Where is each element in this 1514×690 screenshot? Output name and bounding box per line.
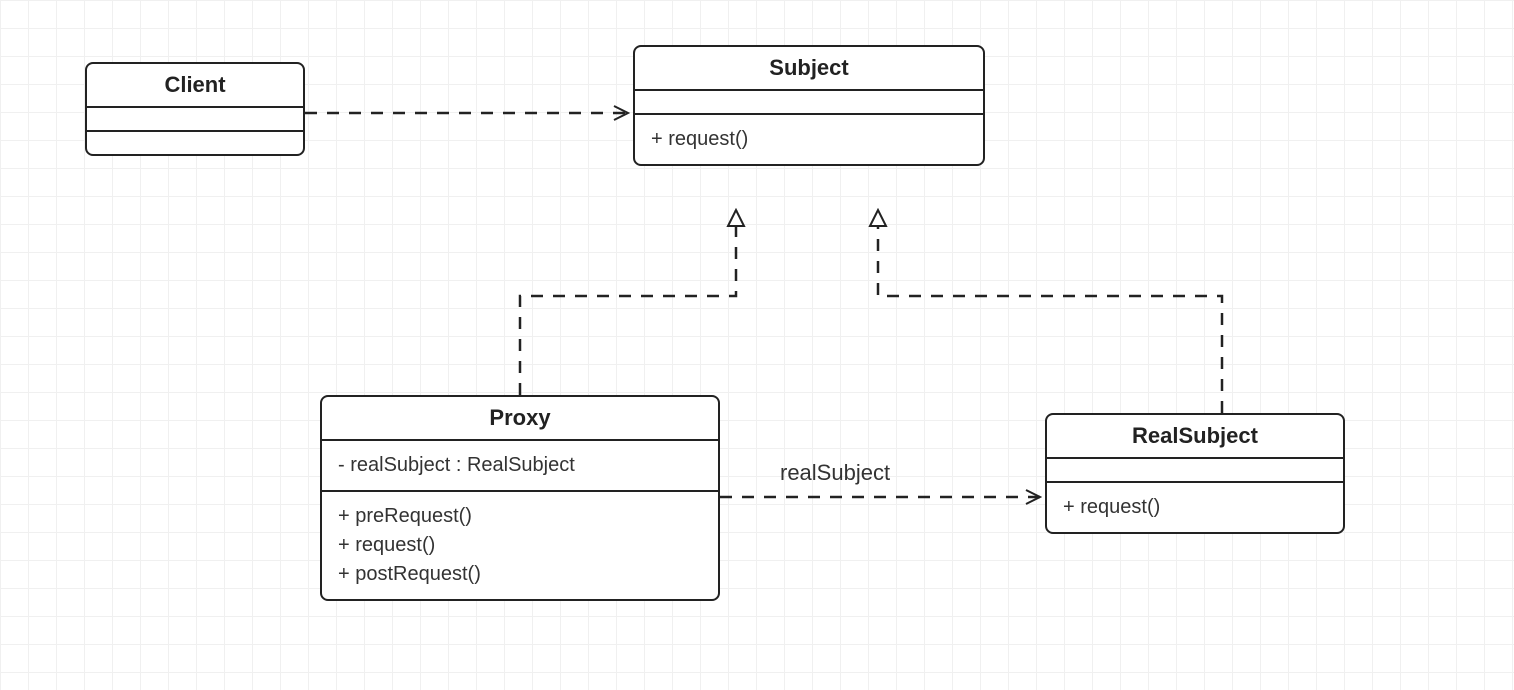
attribute-line: - realSubject : RealSubject — [338, 451, 702, 480]
edge-label-proxy-to-realsubject: realSubject — [780, 460, 890, 486]
method-line: + postRequest() — [338, 560, 702, 589]
diagram-canvas: realSubject Client Subject + request() P… — [0, 0, 1514, 690]
class-subject-methods: + request() — [635, 115, 983, 164]
method-line: + preRequest() — [338, 502, 702, 531]
edge-realsubject-to-subject — [878, 210, 1222, 413]
class-client: Client — [85, 62, 305, 156]
class-proxy-attributes: - realSubject : RealSubject — [322, 441, 718, 492]
method-line: + request() — [651, 125, 967, 154]
class-proxy-methods: + preRequest() + request() + postRequest… — [322, 492, 718, 599]
class-realsubject-attributes — [1047, 459, 1343, 483]
class-client-title: Client — [87, 64, 303, 108]
method-line: + request() — [338, 531, 702, 560]
class-subject: Subject + request() — [633, 45, 985, 166]
class-proxy-title: Proxy — [322, 397, 718, 441]
edge-proxy-to-subject — [520, 210, 736, 395]
class-client-attributes — [87, 108, 303, 132]
class-realsubject: RealSubject + request() — [1045, 413, 1345, 534]
class-subject-title: Subject — [635, 47, 983, 91]
class-proxy: Proxy - realSubject : RealSubject + preR… — [320, 395, 720, 601]
class-client-methods — [87, 132, 303, 154]
class-subject-attributes — [635, 91, 983, 115]
method-line: + request() — [1063, 493, 1327, 522]
class-realsubject-title: RealSubject — [1047, 415, 1343, 459]
class-realsubject-methods: + request() — [1047, 483, 1343, 532]
